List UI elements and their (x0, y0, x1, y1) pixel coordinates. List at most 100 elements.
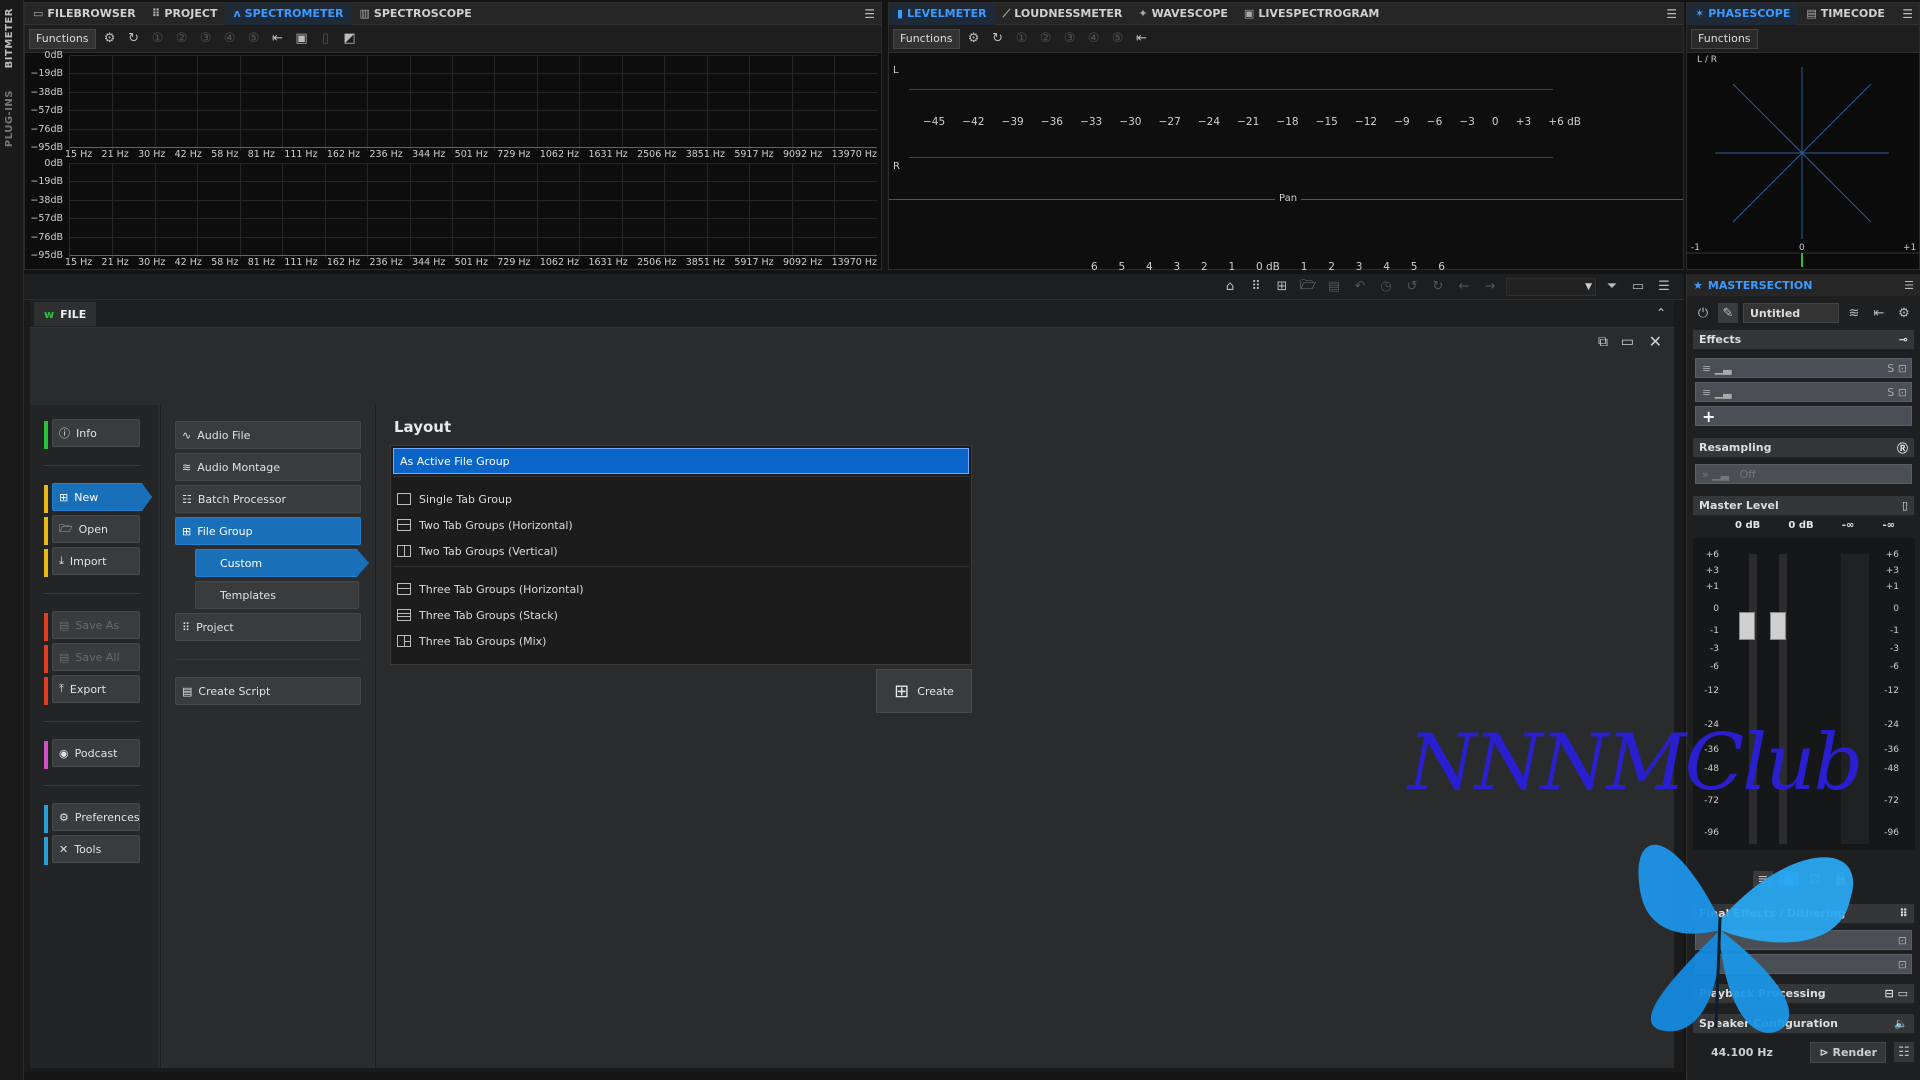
collapse-chevron-icon[interactable]: ⌃ (1656, 306, 1666, 320)
reset-icon[interactable]: ⇤ (268, 29, 288, 49)
effect-slot-2[interactable]: ≡ ▁▃ S ⊡ (1695, 382, 1912, 402)
grid-icon[interactable]: ⠿ (1246, 277, 1266, 297)
settings-gear-icon[interactable]: ⚙ (964, 29, 984, 49)
master-level-header[interactable]: Master Level ▯ (1693, 496, 1914, 516)
open-folder-icon[interactable]: 🗁 (1298, 277, 1318, 297)
bypass-icon[interactable]: ≋ (1844, 303, 1864, 323)
nav-custom[interactable]: Custom (195, 549, 369, 577)
refresh-icon[interactable]: ↻ (124, 29, 144, 49)
preset-3-icon[interactable]: ③ (196, 29, 216, 49)
resampling-slot[interactable]: » ▁▃ Off (1695, 464, 1912, 484)
nav-file-group[interactable]: ⊞ File Group (175, 517, 361, 545)
panel-menu-icon[interactable]: ☰ (1904, 279, 1914, 292)
reset-icon[interactable]: ⇤ (1132, 29, 1152, 49)
menu-icon[interactable]: ☰ (1654, 277, 1674, 297)
nav-tools[interactable]: ✕ Tools (52, 835, 140, 863)
workspace-dropdown[interactable]: ▼ (1506, 277, 1596, 296)
panel-menu-icon[interactable]: ☰ (1666, 7, 1677, 21)
preset-4-icon[interactable]: ④ (1084, 29, 1104, 49)
restore-window-icon[interactable]: ⧉ (1598, 334, 1608, 350)
nav-preferences[interactable]: ⚙ Preferences (52, 803, 140, 831)
functions-button[interactable]: Functions (29, 28, 96, 49)
fader-handle-r[interactable] (1770, 612, 1786, 640)
history-icon[interactable]: ◷ (1376, 277, 1396, 297)
nav-batch-processor[interactable]: ☷ Batch Processor (175, 485, 361, 513)
nav-podcast[interactable]: ◉ Podcast (52, 739, 140, 767)
layout-option[interactable]: Two Tab Groups (Vertical) (391, 538, 971, 564)
grid-icon[interactable]: ⠿ (1899, 907, 1908, 920)
plugins-tab[interactable]: PLUG-INS (4, 90, 15, 147)
camera-icon[interactable]: ▣ (292, 29, 312, 49)
effect-slot-1[interactable]: ≡ ▁▃ S ⊡ (1695, 358, 1912, 378)
save-icon[interactable]: ▤ (1324, 277, 1344, 297)
preset-name-field[interactable]: Untitled (1743, 303, 1839, 323)
back-arrow-icon[interactable]: ← (1454, 277, 1474, 297)
preset-5-icon[interactable]: ⑤ (244, 29, 264, 49)
tab-phasescope[interactable]: ✶ PHASESCOPE (1687, 2, 1799, 25)
preset-1-icon[interactable]: ① (148, 29, 168, 49)
layout-option[interactable]: As Active File Group (393, 448, 969, 474)
revert-icon[interactable]: ↶ (1350, 277, 1370, 297)
create-button[interactable]: ⊞ Create (876, 669, 972, 713)
settings-gear-icon[interactable]: ⚙ (100, 29, 120, 49)
master-level-icon[interactable]: ▯ (1902, 499, 1908, 512)
layout-option[interactable]: Two Tab Groups (Horizontal) (391, 512, 971, 538)
preset-2-icon[interactable]: ② (1036, 29, 1056, 49)
filter-icon[interactable]: ⏷ (1602, 277, 1622, 297)
tab-project[interactable]: ⠿ PROJECT (144, 3, 226, 25)
fader-handle-l[interactable] (1739, 612, 1755, 640)
reset-icon[interactable]: ⇤ (1869, 303, 1889, 323)
panel-menu-icon[interactable]: ☰ (864, 7, 875, 21)
tab-loudnessmeter[interactable]: ⟋ LOUDNESSMETER (995, 3, 1131, 25)
nav-templates[interactable]: Templates (195, 581, 359, 609)
close-icon[interactable]: ✕ (1649, 332, 1662, 351)
preset-5-icon[interactable]: ⑤ (1108, 29, 1128, 49)
preset-4-icon[interactable]: ④ (220, 29, 240, 49)
file-tab[interactable]: w FILE (34, 302, 97, 326)
tab-filebrowser[interactable]: ▭ FILEBROWSER (25, 3, 144, 25)
layout-option[interactable]: Three Tab Groups (Stack) (391, 602, 971, 628)
undo-icon[interactable]: ↺ (1402, 277, 1422, 297)
lock-icon[interactable]: ▯ (316, 29, 336, 49)
nav-audio-file[interactable]: ∿ Audio File (175, 421, 361, 449)
nav-save-all[interactable]: ▤ Save All (52, 643, 140, 671)
effects-toggle-icon[interactable]: ⊸ (1899, 333, 1908, 346)
redo-icon[interactable]: ↻ (1428, 277, 1448, 297)
nav-open[interactable]: 🗁 Open (52, 515, 140, 543)
tab-livespectrogram[interactable]: ▣ LIVESPECTROGRAM (1236, 3, 1387, 25)
layout-option[interactable]: Three Tab Groups (Horizontal) (391, 576, 971, 602)
pen-icon[interactable]: ✎ (1718, 303, 1738, 323)
nav-export[interactable]: ⤒ Export (52, 675, 140, 703)
resampling-icon[interactable]: Ⓡ (1897, 440, 1908, 456)
nav-info[interactable]: ⓘ Info (52, 419, 140, 447)
resampling-header[interactable]: Resampling Ⓡ (1693, 438, 1914, 458)
nav-save-as[interactable]: ▤ Save As (52, 611, 140, 639)
nav-audio-montage[interactable]: ≋ Audio Montage (175, 453, 361, 481)
functions-button[interactable]: Functions (893, 28, 960, 49)
maximize-window-icon[interactable]: ▭ (1621, 334, 1634, 350)
nav-new[interactable]: ⊞ New (52, 483, 152, 511)
layout-option[interactable]: Three Tab Groups (Mix) (391, 628, 971, 654)
bitmeter-tab[interactable]: BITMETER (4, 8, 15, 68)
add-effect-button[interactable]: + (1695, 406, 1912, 426)
nav-import[interactable]: ⤓ Import (52, 547, 140, 575)
tab-spectrometer[interactable]: ʌ SPECTROMETER (225, 2, 352, 25)
layout-option[interactable]: Single Tab Group (391, 486, 971, 512)
forward-arrow-icon[interactable]: → (1480, 277, 1500, 297)
nav-project[interactable]: ⠿ Project (175, 613, 361, 641)
functions-button[interactable]: Functions (1691, 28, 1758, 49)
image-icon[interactable]: ◩ (340, 29, 360, 49)
tab-spectroscope[interactable]: ▥ SPECTROSCOPE (352, 3, 480, 25)
preset-3-icon[interactable]: ③ (1060, 29, 1080, 49)
power-icon[interactable]: ⏻ (1693, 303, 1713, 323)
settings-gear-icon[interactable]: ⚙ (1894, 303, 1914, 323)
tab-wavescope[interactable]: ✦ WAVESCOPE (1130, 3, 1236, 25)
preset-2-icon[interactable]: ② (172, 29, 192, 49)
new-file-icon[interactable]: ⊞ (1272, 277, 1292, 297)
effects-header[interactable]: Effects ⊸ (1693, 330, 1914, 350)
monitor-icon[interactable]: ⊟ ▭ (1885, 987, 1908, 1000)
home-icon[interactable]: ⌂ (1220, 277, 1240, 297)
speaker-icon[interactable]: 🔈 (1894, 1017, 1908, 1030)
tab-levelmeter[interactable]: ▮ LEVELMETER (889, 2, 995, 25)
window-icon[interactable]: ▭ (1628, 277, 1648, 297)
